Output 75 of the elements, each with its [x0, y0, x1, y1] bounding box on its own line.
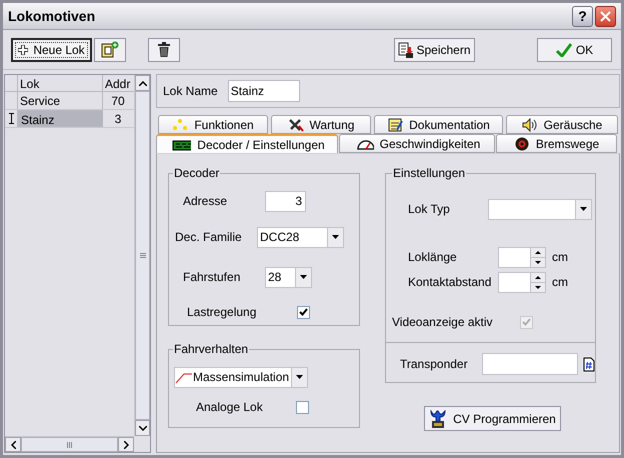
field-label: Analoge Lok	[196, 399, 264, 416]
text-cursor-icon	[8, 113, 14, 124]
lok-name-field[interactable]: Stainz	[228, 80, 300, 102]
tab[interactable]: Decoder / Einstellungen	[156, 134, 338, 153]
tab[interactable]: Geräusche	[506, 115, 618, 134]
checkmark-icon	[522, 318, 531, 326]
number-spinner[interactable]	[498, 272, 546, 292]
table-cell-text: 70	[110, 93, 126, 109]
caret-icon	[580, 207, 587, 211]
delete-button[interactable]	[148, 38, 180, 62]
dropdown[interactable]: 28	[265, 266, 312, 288]
table-cell-text: 3	[114, 111, 122, 127]
tools-icon	[288, 118, 304, 132]
transponder-field[interactable]	[482, 353, 578, 375]
close-icon	[600, 10, 611, 22]
vertical-scrollbar[interactable]	[134, 75, 150, 436]
down-arrow-icon	[535, 260, 541, 264]
unit-label: cm	[552, 274, 568, 291]
group-title: Decoder	[173, 165, 220, 182]
caret-icon	[296, 375, 303, 379]
up-arrow-icon	[535, 276, 541, 278]
trash-icon	[158, 42, 170, 57]
field-label: Videoanzeige aktiv	[392, 314, 494, 331]
up-arrow-icon	[535, 250, 541, 254]
field-label: Lok Name	[163, 83, 218, 100]
column-header[interactable]: Lok	[18, 75, 103, 91]
horizontal-scrollbar[interactable]	[5, 436, 134, 452]
save-document-icon	[398, 42, 414, 58]
checkbox[interactable]	[296, 400, 309, 414]
caret-icon	[332, 235, 339, 239]
grip-icon	[140, 253, 146, 258]
plus-icon	[18, 44, 28, 54]
field-label: Adresse	[183, 193, 228, 210]
hash-document-icon[interactable]	[583, 356, 595, 372]
down-arrow-icon	[535, 286, 541, 288]
new-lok-button[interactable]: Neue Lok	[11, 38, 92, 62]
address-field[interactable]: 3	[265, 190, 306, 212]
caret-icon	[300, 275, 307, 279]
field-label: Dec. Familie	[175, 229, 243, 246]
window-title: Lokomotiven	[8, 6, 96, 26]
help-button[interactable]: ?	[572, 6, 593, 26]
sparkle-icon	[172, 118, 188, 132]
field-label: Lok Typ	[408, 201, 451, 218]
close-button[interactable]	[595, 6, 616, 26]
field-label: Transponder	[400, 356, 469, 373]
tab[interactable]: Wartung	[271, 115, 371, 134]
speaker-icon	[522, 118, 538, 132]
field-label: Lastregelung	[187, 304, 258, 321]
checkmark-icon	[299, 308, 308, 316]
table-cell[interactable]: Stainz	[18, 110, 103, 127]
field-label: Loklänge	[408, 249, 458, 266]
save-button[interactable]: Speichern	[394, 38, 475, 62]
table-cell[interactable]: Service	[18, 92, 103, 109]
dropdown[interactable]: Massensimulation	[174, 366, 308, 388]
tab[interactable]: Funktionen	[158, 115, 268, 134]
dropdown[interactable]: DCC28	[257, 226, 344, 248]
tab[interactable]: Geschwindigkeiten	[339, 134, 495, 153]
cv-program-button[interactable]: CV Programmieren	[424, 406, 561, 431]
clipboard-plus-icon	[101, 41, 119, 58]
tab[interactable]: Dokumentation	[374, 115, 503, 134]
checkmark-icon	[556, 42, 572, 56]
group-title: Einstellungen	[392, 165, 466, 182]
tab[interactable]: Bremswege	[496, 134, 617, 153]
disc-icon	[514, 136, 530, 150]
ok-button[interactable]: OK	[537, 38, 612, 62]
field-label: Fahrstufen	[183, 269, 242, 286]
number-spinner[interactable]	[498, 246, 546, 268]
field-label: Kontaktabstand	[408, 274, 492, 291]
copy-button[interactable]	[94, 38, 126, 62]
grip-icon	[67, 442, 72, 448]
group-title: Fahrverhalten	[173, 341, 250, 358]
notepad-icon	[387, 118, 404, 132]
unit-label: cm	[552, 249, 568, 266]
column-header[interactable]: Addr	[103, 75, 133, 91]
checkbox[interactable]	[297, 306, 310, 318]
